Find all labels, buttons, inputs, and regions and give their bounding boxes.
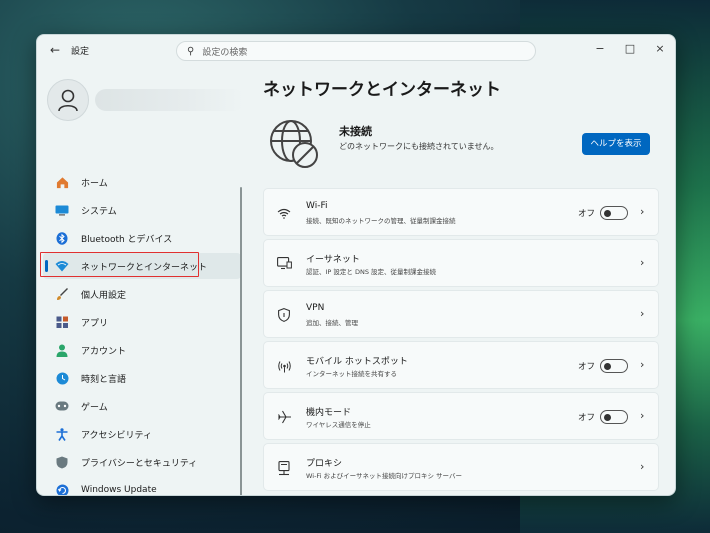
time-language-icon (55, 371, 69, 385)
chevron-right-icon: › (640, 460, 645, 473)
sidebar-item-label: システム (81, 206, 117, 217)
toggle-state-label: オフ (578, 362, 596, 372)
accessibility-icon (55, 427, 69, 441)
sidebar-item-account[interactable]: アカウント (43, 337, 241, 363)
user-icon (58, 89, 78, 112)
toggle-knob (604, 362, 611, 370)
toggle-switch[interactable] (600, 359, 628, 373)
toggle-knob (604, 413, 611, 421)
card-airplane[interactable]: 機内モード ワイヤレス通信を停止 オフ › (263, 392, 659, 440)
globe-disconnected-icon (270, 120, 318, 168)
sidebar-item-label: ゲーム (81, 402, 108, 413)
card-title: 機内モード (306, 408, 352, 418)
sidebar-scrollbar[interactable] (240, 187, 242, 495)
sidebar-item-label: 時刻と言語 (81, 374, 127, 385)
maximize-button[interactable]: □ (620, 41, 640, 57)
sidebar-item-label: アプリ (81, 318, 109, 329)
sidebar-item-label: 個人用設定 (81, 290, 127, 301)
sidebar-item-label: ホーム (81, 178, 108, 189)
card-title: プロキシ (306, 459, 343, 469)
page-title: ネットワークとインターネット (263, 80, 501, 100)
sidebar-item-label: Bluetooth とデバイス (81, 234, 173, 245)
sidebar-nav: ホーム システム Bluetooth とデバイス ネットワークとインターネット 個人用設… (43, 169, 241, 495)
card-subtitle: Wi-Fi およびイーサネット接続向けプロキシ サーバー (306, 472, 462, 480)
settings-cards: Wi-Fi 接続、既知のネットワークの管理、従量制課金接続 オフ › イーサネット… (263, 188, 659, 494)
account-icon (55, 343, 69, 357)
card-vpn-shield[interactable]: VPN 追加、接続、管理 › (263, 290, 659, 338)
title-bar: ← 設定 ⚲ 設定の検索 − □ × (37, 35, 675, 67)
card-title: イーサネット (306, 255, 360, 265)
toggle-switch[interactable] (600, 206, 628, 220)
status-subtitle: どのネットワークにも接続されていません。 (339, 142, 499, 151)
card-subtitle: ワイヤレス通信を停止 (306, 421, 371, 429)
close-button[interactable]: × (650, 41, 670, 57)
sidebar-item-update[interactable]: Windows Update (43, 477, 241, 495)
sidebar-item-label: アクセシビリティ (81, 430, 153, 441)
wifi-icon (276, 205, 292, 221)
home-icon (55, 175, 69, 189)
brush-icon (55, 287, 69, 301)
card-subtitle: 追加、接続、管理 (306, 319, 358, 327)
shield-icon (55, 455, 69, 469)
card-hotspot[interactable]: モバイル ホットスポット インターネット接続を共有する オフ › (263, 341, 659, 389)
chevron-right-icon: › (640, 205, 645, 218)
back-arrow-icon: ← (49, 43, 61, 57)
ethernet-icon (276, 256, 292, 272)
card-proxy[interactable]: プロキシ Wi-Fi およびイーサネット接続向けプロキシ サーバー › (263, 443, 659, 491)
sidebar-item-time-language[interactable]: 時刻と言語 (43, 365, 241, 391)
search-icon: ⚲ (187, 45, 195, 57)
user-name-blurred (95, 89, 245, 111)
chevron-right-icon: › (640, 409, 645, 422)
sidebar-item-label: アカウント (81, 346, 127, 357)
vpn-shield-icon (276, 307, 292, 323)
sidebar: ホーム システム Bluetooth とデバイス ネットワークとインターネット 個人用設… (37, 73, 247, 495)
main-content: ネットワークとインターネット 未接続 どのネットワークにも接続されていません。 … (263, 73, 675, 495)
toggle-state-label: オフ (578, 209, 596, 219)
proxy-icon (276, 460, 292, 476)
card-title: Wi-Fi (306, 201, 328, 211)
sidebar-item-bluetooth[interactable]: Bluetooth とデバイス (43, 225, 241, 251)
system-icon (55, 203, 69, 217)
sidebar-item-game[interactable]: ゲーム (43, 393, 241, 419)
sidebar-item-apps[interactable]: アプリ (43, 309, 241, 335)
search-placeholder: 設定の検索 (202, 47, 248, 58)
connection-status: 未接続 どのネットワークにも接続されていません。 ヘルプを表示 (267, 117, 661, 177)
sidebar-item-home[interactable]: ホーム (43, 169, 241, 195)
app-title: 設定 (71, 47, 90, 57)
card-wifi[interactable]: Wi-Fi 接続、既知のネットワークの管理、従量制課金接続 オフ › (263, 188, 659, 236)
status-title: 未接続 (339, 125, 372, 138)
apps-icon (55, 315, 69, 329)
sidebar-item-shield[interactable]: プライバシーとセキュリティ (43, 449, 241, 475)
update-icon (55, 483, 69, 495)
sidebar-item-label: プライバシーとセキュリティ (81, 458, 198, 469)
bluetooth-icon (55, 231, 69, 245)
toggle-knob (604, 209, 611, 217)
search-input[interactable]: ⚲ 設定の検索 (176, 41, 536, 61)
hotspot-icon (276, 358, 292, 374)
chevron-right-icon: › (640, 256, 645, 269)
sidebar-item-system[interactable]: システム (43, 197, 241, 223)
help-button[interactable]: ヘルプを表示 (582, 133, 650, 155)
chevron-right-icon: › (640, 358, 645, 371)
card-subtitle: 認証、IP 設定と DNS 設定、従量制課金接続 (306, 268, 437, 276)
card-title: VPN (306, 303, 325, 313)
chevron-right-icon: › (640, 307, 645, 320)
airplane-icon (276, 409, 292, 425)
avatar[interactable] (47, 79, 89, 121)
settings-window: ← 設定 ⚲ 設定の検索 − □ × ホームシステム Bluetooth とデバイ… (36, 34, 676, 496)
toggle-switch[interactable] (600, 410, 628, 424)
annotation-highlight (40, 252, 199, 277)
card-subtitle: インターネット接続を共有する (306, 370, 397, 378)
card-ethernet[interactable]: イーサネット 認証、IP 設定と DNS 設定、従量制課金接続 › (263, 239, 659, 287)
sidebar-item-label: Windows Update (81, 485, 157, 495)
minimize-button[interactable]: − (590, 41, 610, 57)
card-subtitle: 接続、既知のネットワークの管理、従量制課金接続 (306, 217, 456, 225)
sidebar-item-accessibility[interactable]: アクセシビリティ (43, 421, 241, 447)
toggle-state-label: オフ (578, 413, 596, 423)
back-button[interactable]: ← (47, 42, 63, 58)
game-icon (55, 399, 69, 413)
sidebar-item-brush[interactable]: 個人用設定 (43, 281, 241, 307)
card-title: モバイル ホットスポット (306, 357, 408, 367)
